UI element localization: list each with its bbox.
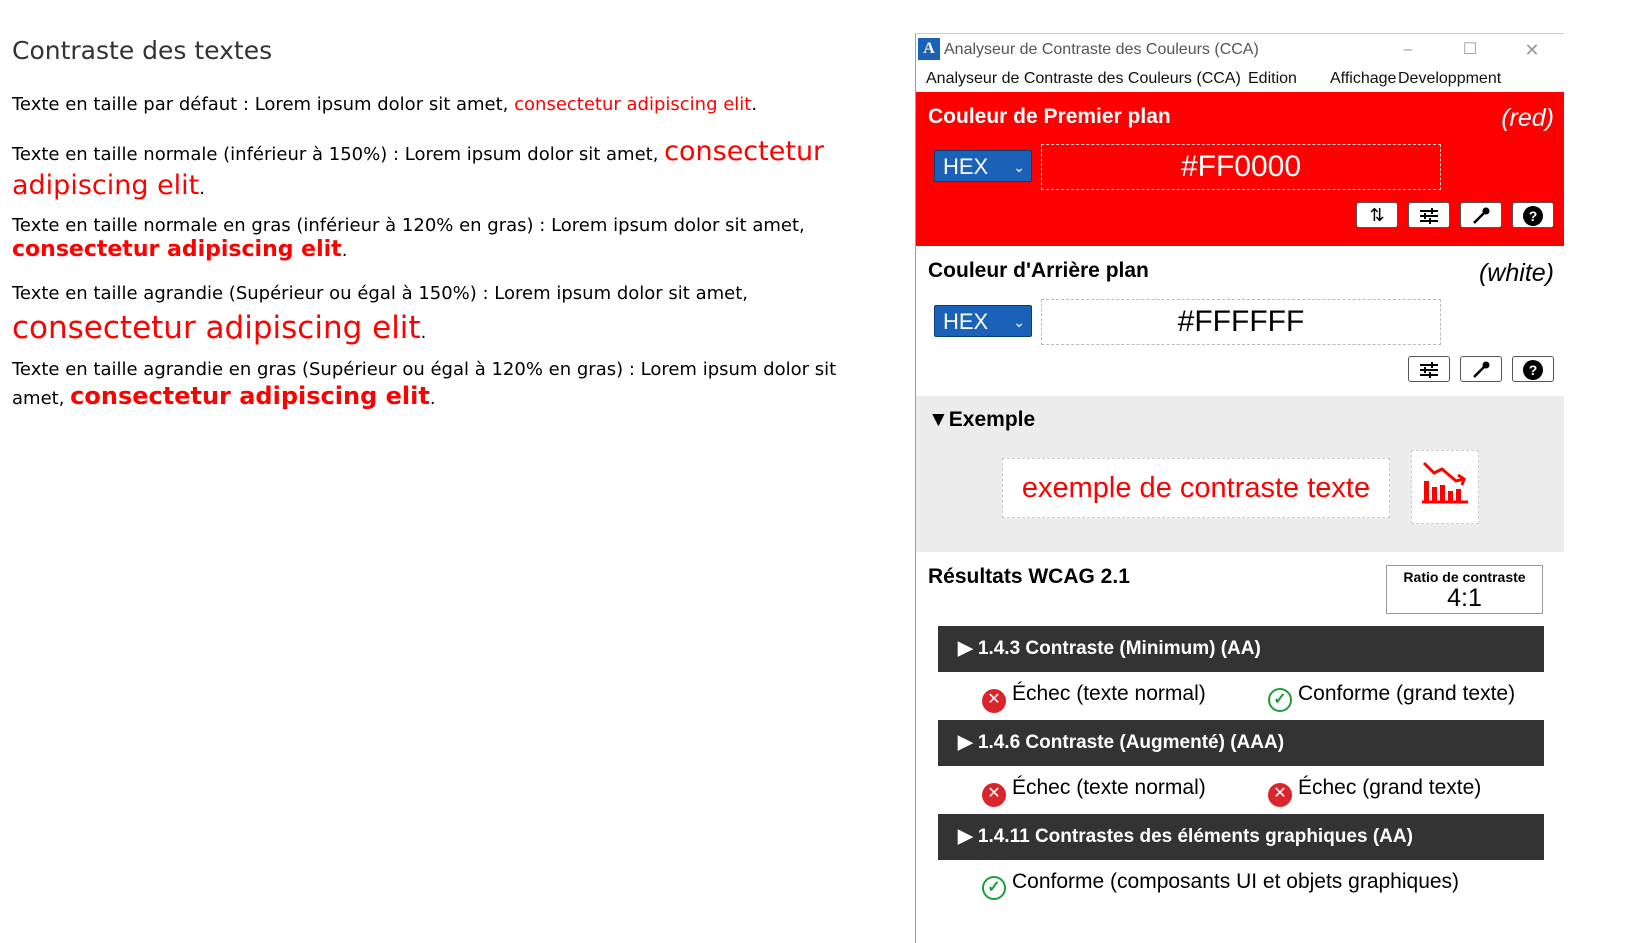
chevron-down-icon: ⌄ [1013,314,1025,330]
foreground-section: Couleur de Premier plan (red) HEX ⌄ #FF0… [916,92,1564,246]
minimize-button[interactable]: – [1388,38,1428,62]
contrast-ratio-box: Ratio de contraste 4:1 [1386,565,1543,614]
background-eyedropper-button[interactable] [1460,356,1502,382]
eyedropper-icon [1473,207,1490,225]
web-page: Contraste des textes Texte en taille par… [0,0,915,942]
criterion-1-4-6[interactable]: ▶ 1.4.6 Contraste (Augmenté) (AAA) [938,720,1544,766]
highlight-text: consectetur adipiscing elit [514,94,752,115]
foreground-adjust-button[interactable] [1408,202,1450,228]
eyedropper-icon [1473,361,1490,379]
app-logo-icon: A [918,38,940,60]
result-item: ✓ Conforme (grand texte) [1268,682,1515,712]
menu-developpment[interactable]: Developpment [1398,70,1501,88]
background-title: Couleur d'Arrière plan [928,259,1149,282]
title-bar[interactable]: A Analyseur de Contraste des Couleurs (C… [916,34,1564,66]
foreground-format-select[interactable]: HEX ⌄ [934,150,1032,182]
background-section: Couleur d'Arrière plan (white) HEX ⌄ #FF… [916,246,1564,396]
swap-icon: ⇅ [1369,205,1385,225]
criterion-1-4-11[interactable]: ▶ 1.4.11 Contrastes des éléments graphiq… [938,814,1544,860]
paragraph-normal-size: Texte en taille normale (inférieur à 150… [12,136,825,201]
result-item: ✕ Échec (texte normal) [982,682,1206,713]
help-icon: ? [1523,206,1543,227]
fail-icon: ✕ [982,689,1006,713]
fail-icon: ✕ [1268,783,1292,807]
result-item: ✓ Conforme (composants UI et objets graph… [982,870,1459,900]
cca-window: A Analyseur de Contraste des Couleurs (C… [915,33,1564,943]
contrast-ratio-value: 4:1 [1447,584,1482,612]
foreground-color-name: (red) [1501,104,1554,132]
fail-icon: ✕ [982,783,1006,807]
foreground-help-button[interactable]: ? [1512,202,1554,228]
close-button[interactable]: ✕ [1512,38,1552,62]
foreground-eyedropper-button[interactable] [1460,202,1502,228]
menu-cca[interactable]: Analyseur de Contraste des Couleurs (CCA… [926,70,1241,88]
foreground-title: Couleur de Premier plan [928,105,1171,128]
example-graphic [1411,450,1479,524]
criterion-1-4-3[interactable]: ▶ 1.4.3 Contraste (Minimum) (AA) [938,626,1544,672]
check-icon: ✓ [982,876,1006,900]
maximize-button[interactable]: ☐ [1450,38,1490,62]
paragraph-large-size: Texte en taille agrandie (Supérieur ou é… [12,283,748,346]
page-title: Contraste des textes [12,36,273,65]
highlight-text: consectetur adipiscing elit [12,237,342,262]
results-section: Résultats WCAG 2.1 Ratio de contraste 4:… [916,552,1564,943]
background-adjust-button[interactable] [1408,356,1450,382]
contrast-ratio-label: Ratio de contraste [1403,569,1526,585]
result-item: ✕ Échec (texte normal) [982,776,1206,807]
adjust-icon [1420,208,1438,225]
menu-edition[interactable]: Edition [1248,70,1297,88]
check-icon: ✓ [1268,688,1292,712]
foreground-hex-input[interactable]: #FF0000 [1041,144,1441,190]
help-icon: ? [1523,360,1543,381]
example-toggle[interactable]: ▼Exemple [928,408,1035,432]
highlight-text: consectetur adipiscing elit [70,382,430,410]
results-title: Résultats WCAG 2.1 [928,565,1130,588]
paragraph-large-bold: Texte en taille agrandie en gras (Supéri… [12,359,837,410]
highlight-text: consectetur adipiscing elit [12,310,421,346]
example-section: ▼Exemple exemple de contraste texte [916,396,1564,552]
window-title: Analyseur de Contraste des Couleurs (CCA… [944,41,1259,58]
menu-affichage[interactable]: Affichage [1330,70,1396,88]
result-item: ✕ Échec (grand texte) [1268,776,1481,807]
background-color-name: (white) [1478,259,1554,287]
menu-bar: Analyseur de Contraste des Couleurs (CCA… [916,66,1564,92]
chart-graphic-icon [1422,461,1468,504]
swap-colors-button[interactable]: ⇅ [1356,202,1398,228]
background-help-button[interactable]: ? [1512,356,1554,382]
example-text-sample: exemple de contraste texte [1002,458,1390,518]
background-format-select[interactable]: HEX ⌄ [934,305,1032,337]
paragraph-default-size: Texte en taille par défaut : Lorem ipsum… [12,94,758,115]
paragraph-normal-bold: Texte en taille normale en gras (inférie… [12,215,805,262]
adjust-icon [1420,362,1438,379]
chevron-down-icon: ⌄ [1013,159,1025,175]
background-hex-input[interactable]: #FFFFFF [1041,299,1441,345]
